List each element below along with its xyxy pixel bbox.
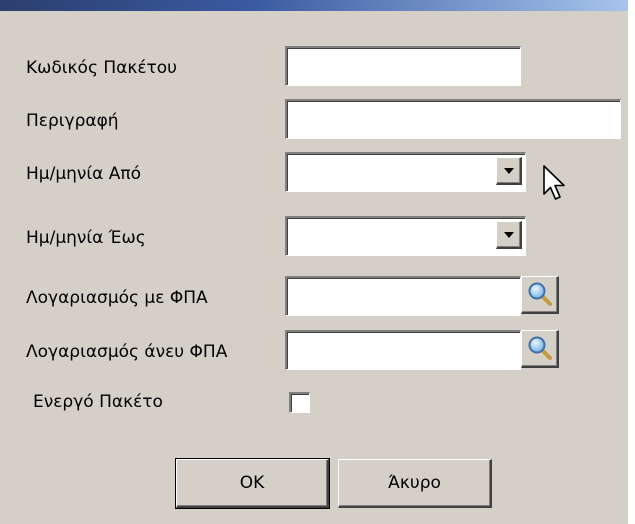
magnifier-icon (528, 336, 552, 360)
account-novat-input[interactable] (287, 332, 520, 369)
description-input[interactable] (287, 101, 620, 138)
package-code-label: Κωδικός Πακέτου (26, 58, 178, 78)
date-from-combo[interactable] (285, 152, 526, 192)
active-package-label: Ενεργό Πακέτο (33, 392, 163, 412)
description-field[interactable] (285, 99, 621, 139)
ok-button[interactable]: OK (175, 458, 330, 509)
description-label: Περιγραφή (26, 111, 119, 131)
date-to-dropdown-button[interactable] (496, 221, 522, 249)
active-package-checkbox[interactable] (289, 392, 310, 413)
chevron-down-icon (503, 167, 514, 174)
title-bar (0, 0, 628, 11)
chevron-down-icon (503, 231, 514, 238)
date-from-label: Ημ/μηνία Από (26, 164, 142, 184)
account-vat-lookup-button[interactable] (521, 276, 559, 314)
account-novat-field[interactable] (285, 330, 521, 370)
date-from-input[interactable] (287, 154, 487, 191)
magnifier-icon (528, 282, 552, 306)
account-vat-input[interactable] (287, 278, 520, 315)
date-to-input[interactable] (287, 218, 487, 255)
package-code-field[interactable] (285, 46, 521, 86)
package-code-input[interactable] (287, 48, 520, 85)
date-from-dropdown-button[interactable] (496, 157, 522, 185)
account-vat-field[interactable] (285, 276, 521, 316)
account-novat-label: Λογαριασμός άνευ ΦΠΑ (26, 342, 228, 362)
date-to-combo[interactable] (285, 216, 526, 256)
mouse-pointer-icon (543, 165, 565, 200)
package-dialog: Κωδικός Πακέτου Περιγραφή Ημ/μηνία Από Η… (0, 0, 628, 524)
account-novat-lookup-button[interactable] (521, 330, 559, 368)
date-to-label: Ημ/μηνία Έως (26, 228, 146, 248)
cancel-button[interactable]: Άκυρο (338, 459, 492, 508)
account-vat-label: Λογαριασμός με ΦΠΑ (26, 288, 208, 308)
